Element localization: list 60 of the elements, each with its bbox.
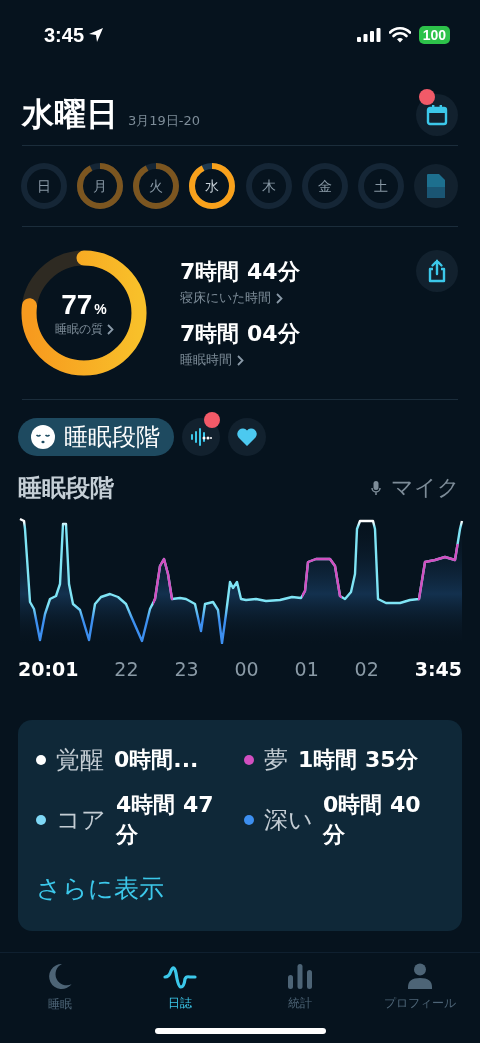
stage-duration: 0時間...	[114, 746, 200, 774]
report-button[interactable]	[414, 164, 458, 208]
heart-rate-tab[interactable]	[228, 418, 266, 456]
location-arrow-icon	[88, 27, 105, 43]
stage-name: 覚醒	[56, 745, 104, 776]
wifi-icon	[388, 27, 411, 43]
time-axis-label: 00	[234, 658, 259, 680]
day-ring[interactable]: 月	[77, 163, 124, 209]
source-label: マイク	[391, 474, 460, 502]
time-axis-label: 3:45	[414, 658, 462, 680]
day-ring[interactable]: 土	[357, 163, 404, 209]
duration-label[interactable]: 寝床にいた時間	[180, 289, 271, 307]
sleep-stage-tab[interactable]: 睡眠段階	[18, 418, 174, 456]
day-ring[interactable]: 金	[301, 163, 348, 209]
share-button[interactable]	[416, 250, 458, 292]
pulse-wave-icon	[163, 963, 197, 989]
time-axis-label: 02	[354, 658, 379, 680]
stage-name: 夢	[264, 745, 288, 776]
duration-value: 7時間 04分	[180, 320, 301, 348]
day-ring[interactable]: 木	[245, 163, 292, 209]
quality-ring[interactable]: 77% 睡眠の質	[20, 249, 148, 377]
day-ring[interactable]: 日	[21, 163, 67, 209]
day-ring[interactable]: 火	[133, 163, 180, 209]
nav-tab[interactable]: 日誌	[120, 953, 240, 1013]
day-ring[interactable]: 水	[189, 163, 236, 209]
stage-duration: 4時間 47分	[116, 791, 215, 849]
sound-tab[interactable]	[182, 418, 220, 456]
chevron-icon	[276, 292, 283, 304]
stage-name: コア	[56, 805, 106, 836]
time-axis-label: 01	[294, 658, 319, 680]
status-time: 3:45	[44, 23, 85, 47]
duration-value: 7時間 44分	[180, 258, 301, 286]
show-more-link[interactable]: さらに表示	[36, 872, 164, 905]
time-axis-label: 23	[174, 658, 199, 680]
stage-name: 深い	[264, 805, 313, 836]
bar-chart-icon	[288, 963, 312, 989]
duration-label[interactable]: 睡眠時間	[180, 351, 232, 369]
person-icon	[408, 963, 432, 989]
sound-wave-icon	[190, 427, 212, 447]
stage-duration: 1時間 35分	[298, 746, 419, 774]
battery-indicator: 100	[418, 26, 450, 44]
share-icon	[427, 259, 447, 283]
time-axis-label: 20:01	[18, 658, 79, 680]
moon-icon	[47, 963, 73, 990]
sleeping-face-icon	[30, 424, 56, 450]
microphone-icon	[371, 480, 381, 496]
calendar-icon	[426, 104, 448, 126]
time-axis-label: 22	[114, 658, 139, 680]
date-range: 3月19日-20	[128, 112, 201, 130]
day-title: 水曜日	[22, 94, 118, 135]
calendar-button[interactable]	[416, 94, 458, 136]
quality-percent: 77%	[61, 288, 107, 321]
document-icon	[426, 173, 446, 199]
signal-icon	[356, 28, 381, 42]
chevron-icon	[237, 354, 244, 366]
quality-label: 睡眠の質	[54, 320, 103, 338]
chart-title: 睡眠段階	[18, 473, 114, 504]
chevron-icon	[106, 323, 114, 335]
heart-icon	[236, 427, 258, 447]
stage-duration: 0時間 40分	[323, 791, 422, 849]
